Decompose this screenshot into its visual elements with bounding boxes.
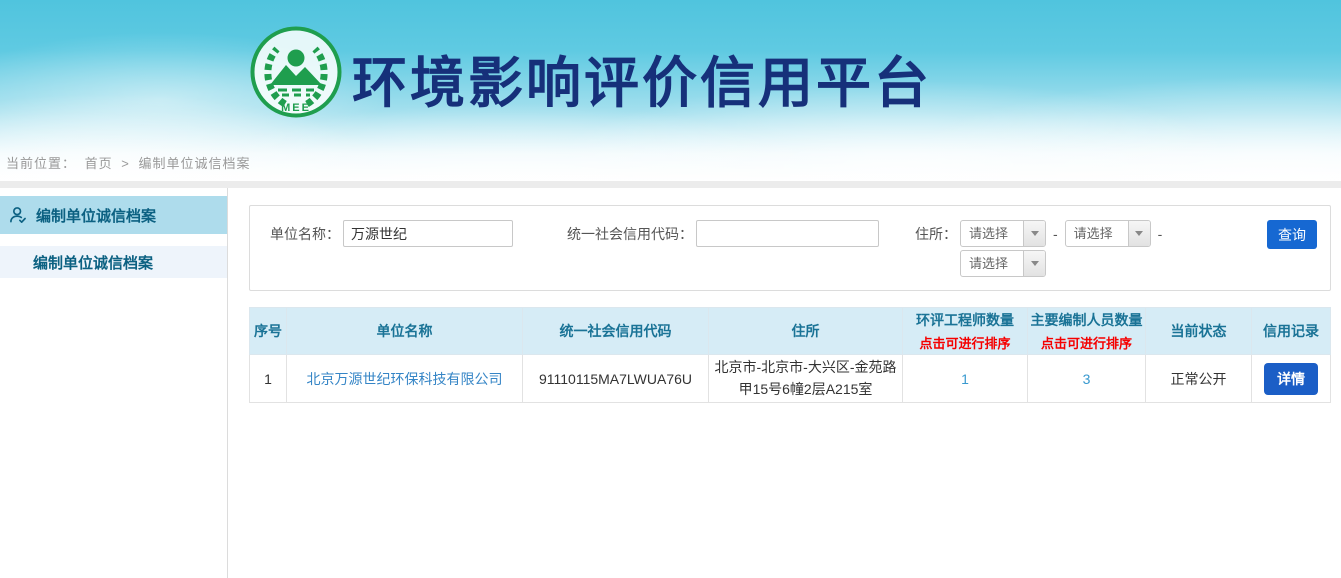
district-select[interactable]: 请选择: [960, 250, 1046, 277]
city-select[interactable]: 请选择: [1065, 220, 1151, 247]
sidebar-group-label: 编制单位诚信档案: [36, 205, 156, 226]
sidebar-item-credit-archive[interactable]: 编制单位诚信档案: [0, 246, 227, 278]
sidebar-item-label: 编制单位诚信档案: [33, 252, 153, 273]
content-area: 编制单位诚信档案 编制单位诚信档案 单位名称： 统一社会信用代码： 住所： 请选…: [0, 188, 1341, 578]
detail-button[interactable]: 详情: [1264, 363, 1318, 395]
results-table: 序号 单位名称 统一社会信用代码 住所 环评工程师数量 点击可进行排序 主要编制…: [249, 307, 1331, 403]
col-header-staff-count[interactable]: 主要编制人员数量 点击可进行排序: [1028, 308, 1146, 355]
address-dash-1: -: [1053, 226, 1058, 242]
cell-status: 正常公开: [1146, 355, 1252, 403]
main-panel: 单位名称： 统一社会信用代码： 住所： 请选择 -: [228, 188, 1341, 578]
page-title: 环境影响评价信用平台: [352, 38, 932, 118]
breadcrumb: 当前位置： 首页 > 编制单位诚信档案: [6, 153, 255, 172]
engineer-count-link[interactable]: 1: [961, 371, 969, 387]
staff-count-sort-hint[interactable]: 点击可进行排序: [1030, 333, 1143, 352]
header-divider: [0, 181, 1341, 188]
address-label: 住所：: [915, 220, 957, 277]
col-header-credit-code: 统一社会信用代码: [523, 308, 709, 355]
breadcrumb-label: 当前位置：: [6, 156, 76, 171]
breadcrumb-current: 编制单位诚信档案: [139, 156, 251, 171]
search-form-row: 单位名称： 统一社会信用代码： 住所： 请选择 -: [250, 206, 1330, 277]
col-header-address: 住所: [709, 308, 903, 355]
col-header-engineer-count[interactable]: 环评工程师数量 点击可进行排序: [903, 308, 1028, 355]
breadcrumb-home-link[interactable]: 首页: [85, 156, 113, 171]
unit-name-input[interactable]: [343, 220, 513, 247]
credit-code-label: 统一社会信用代码：: [567, 220, 693, 248]
credit-code-input[interactable]: [696, 220, 879, 247]
address-dash-2: -: [1158, 226, 1163, 242]
person-check-icon: [8, 205, 28, 225]
unit-name-label: 单位名称：: [270, 220, 340, 248]
col-header-status: 当前状态: [1146, 308, 1252, 355]
breadcrumb-separator: >: [121, 156, 130, 171]
address-group: 住所： 请选择 - 请选择 -: [915, 220, 1162, 277]
chevron-down-icon[interactable]: [1023, 221, 1045, 246]
province-select[interactable]: 请选择: [960, 220, 1046, 247]
staff-count-link[interactable]: 3: [1083, 371, 1091, 387]
cell-credit-code: 91110115MA7LWUA76U: [523, 355, 709, 403]
cell-seq: 1: [250, 355, 287, 403]
cell-address: 北京市-北京市-大兴区-金苑路甲15号6幢2层A215室: [709, 355, 903, 403]
company-name-link[interactable]: 北京万源世纪环保科技有限公司: [307, 371, 503, 387]
province-select-value: 请选择: [961, 221, 1023, 246]
engineer-count-label: 环评工程师数量: [905, 310, 1025, 330]
table-header-row: 序号 单位名称 统一社会信用代码 住所 环评工程师数量 点击可进行排序 主要编制…: [250, 308, 1331, 355]
chevron-down-icon[interactable]: [1023, 251, 1045, 276]
district-select-value: 请选择: [961, 251, 1023, 276]
col-header-unit-name: 单位名称: [287, 308, 523, 355]
sidebar-group-credit-archive[interactable]: 编制单位诚信档案: [0, 196, 227, 234]
address-select-line1: 请选择 - 请选择 -: [960, 220, 1162, 247]
sidebar: 编制单位诚信档案 编制单位诚信档案: [0, 188, 228, 578]
engineer-count-sort-hint[interactable]: 点击可进行排序: [905, 333, 1025, 352]
search-button[interactable]: 查询: [1267, 220, 1317, 249]
site-header: MEE 环境影响评价信用平台 当前位置： 首页 > 编制单位诚信档案: [0, 0, 1341, 181]
mee-logo-icon: MEE: [249, 25, 343, 119]
chevron-down-icon[interactable]: [1128, 221, 1150, 246]
mee-logo-text: MEE: [281, 102, 311, 114]
city-select-value: 请选择: [1066, 221, 1128, 246]
search-panel: 单位名称： 统一社会信用代码： 住所： 请选择 -: [249, 205, 1331, 291]
table-row: 1 北京万源世纪环保科技有限公司 91110115MA7LWUA76U 北京市-…: [250, 355, 1331, 403]
col-header-credit-record: 信用记录: [1252, 308, 1331, 355]
col-header-seq: 序号: [250, 308, 287, 355]
staff-count-label: 主要编制人员数量: [1030, 310, 1143, 330]
address-select-line2: 请选择: [960, 250, 1162, 277]
address-selects: 请选择 - 请选择 - 请选择: [960, 220, 1162, 277]
